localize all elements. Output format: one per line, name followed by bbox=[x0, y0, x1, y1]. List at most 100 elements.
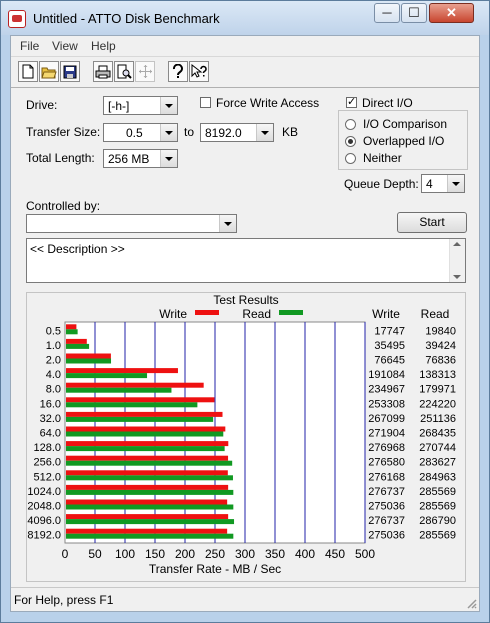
app-window: Untitled - ATTO Disk Benchmark ─ ☐ ✕ Fil… bbox=[0, 0, 490, 623]
write-value: 276737 bbox=[368, 515, 405, 527]
write-value: 76645 bbox=[374, 355, 405, 367]
io-mode-group: I/O Comparison Overlapped I/O Neither bbox=[338, 110, 468, 170]
transfer-size-from-select[interactable]: 0.5 bbox=[103, 123, 178, 142]
menu-view[interactable]: View bbox=[52, 39, 78, 53]
y-tick-label: 64.0 bbox=[40, 428, 61, 440]
read-value: 284963 bbox=[419, 471, 456, 483]
write-bar bbox=[66, 514, 229, 520]
write-bar bbox=[66, 368, 178, 374]
print-preview-button[interactable] bbox=[114, 61, 134, 82]
status-bar: For Help, press F1 bbox=[11, 587, 479, 611]
minimize-button[interactable]: ─ bbox=[374, 3, 400, 23]
help-icon bbox=[173, 64, 183, 78]
title-bar[interactable]: Untitled - ATTO Disk Benchmark ─ ☐ ✕ bbox=[1, 1, 489, 35]
total-length-label: Total Length: bbox=[26, 151, 95, 165]
legend-write-label: Write bbox=[159, 307, 187, 321]
write-bar bbox=[66, 499, 228, 505]
y-tick-label: 1.0 bbox=[46, 340, 61, 352]
queue-depth-select[interactable]: 4 bbox=[421, 174, 465, 193]
read-bar bbox=[66, 460, 233, 466]
x-tick-label: 200 bbox=[175, 547, 195, 561]
direct-io-checkbox[interactable] bbox=[346, 95, 357, 108]
write-value: 253308 bbox=[368, 398, 405, 410]
y-tick-label: 1024.0 bbox=[27, 486, 61, 498]
help-button[interactable] bbox=[168, 61, 188, 82]
test-results-panel: Test Results Write Read 0 50 100 150 200 250 300 3… bbox=[26, 292, 466, 582]
description-scrollbar[interactable] bbox=[449, 239, 465, 282]
write-value: 35495 bbox=[374, 340, 405, 352]
close-icon: ✕ bbox=[446, 5, 457, 20]
chart-title: Test Results bbox=[213, 293, 278, 307]
y-tick-label: 2.0 bbox=[46, 355, 61, 367]
chevron-down-icon bbox=[256, 124, 273, 141]
controlled-by-select[interactable] bbox=[26, 214, 237, 233]
write-bar bbox=[66, 441, 229, 447]
read-bar bbox=[66, 519, 235, 525]
maximize-icon: ☐ bbox=[408, 5, 420, 20]
chevron-down-icon bbox=[160, 124, 177, 141]
read-value: 285569 bbox=[419, 530, 456, 542]
force-write-access-label: Force Write Access bbox=[216, 96, 320, 110]
read-bar bbox=[66, 431, 224, 437]
description-box[interactable]: << Description >> bbox=[26, 238, 466, 283]
y-tick-label: 4096.0 bbox=[27, 515, 61, 527]
io-comparison-radio[interactable] bbox=[345, 119, 356, 130]
write-bar bbox=[66, 324, 77, 330]
read-bar bbox=[66, 387, 172, 393]
move-button[interactable] bbox=[135, 61, 155, 82]
read-bar bbox=[66, 533, 234, 539]
resize-grip-icon[interactable] bbox=[465, 597, 477, 609]
x-tick-label: 100 bbox=[115, 547, 135, 561]
menu-help[interactable]: Help bbox=[91, 39, 116, 53]
test-results-chart: Test Results Write Read 0 50 100 150 200 250 300 3… bbox=[27, 293, 456, 576]
window-title: Untitled - ATTO Disk Benchmark bbox=[33, 11, 220, 26]
x-tick-label: 400 bbox=[295, 547, 315, 561]
read-value: 270744 bbox=[419, 442, 456, 454]
write-bar bbox=[66, 455, 229, 461]
write-value: 234967 bbox=[368, 384, 405, 396]
save-button[interactable] bbox=[60, 61, 80, 82]
new-icon bbox=[22, 64, 34, 79]
x-tick-label: 150 bbox=[145, 547, 165, 561]
write-bar bbox=[66, 411, 223, 417]
write-bar bbox=[66, 338, 87, 344]
y-tick-label: 32.0 bbox=[40, 413, 61, 425]
write-value: 276968 bbox=[368, 442, 405, 454]
force-write-access-checkbox[interactable] bbox=[200, 97, 211, 108]
overlapped-io-radio[interactable] bbox=[345, 136, 356, 147]
read-bar bbox=[66, 475, 233, 481]
write-value: 191084 bbox=[368, 369, 405, 381]
drive-select[interactable]: [-h-] bbox=[103, 96, 178, 115]
new-button[interactable] bbox=[18, 61, 38, 82]
queue-depth-value: 4 bbox=[426, 177, 433, 191]
transfer-size-to-value: 8192.0 bbox=[205, 126, 242, 140]
menu-file[interactable]: File bbox=[20, 39, 39, 53]
print-icon bbox=[95, 65, 111, 78]
read-value: 285569 bbox=[419, 486, 456, 498]
maximize-button[interactable]: ☐ bbox=[401, 3, 427, 23]
open-button[interactable] bbox=[39, 61, 59, 82]
read-value: 251136 bbox=[420, 413, 456, 425]
write-bar bbox=[66, 382, 204, 388]
write-bar bbox=[66, 426, 226, 432]
print-button[interactable] bbox=[93, 61, 113, 82]
read-column-header: Read bbox=[421, 307, 450, 321]
neither-radio[interactable] bbox=[345, 153, 356, 164]
write-value: 267099 bbox=[368, 413, 405, 425]
start-button[interactable]: Start bbox=[397, 212, 467, 233]
total-length-select[interactable]: 256 MB bbox=[103, 149, 178, 168]
drive-label: Drive: bbox=[26, 98, 58, 112]
context-help-button[interactable] bbox=[189, 61, 209, 82]
close-button[interactable]: ✕ bbox=[429, 3, 474, 23]
write-column-header: Write bbox=[372, 307, 400, 321]
transfer-size-from-value: 0.5 bbox=[126, 126, 143, 140]
write-bar bbox=[66, 470, 228, 476]
neither-label: Neither bbox=[363, 151, 402, 165]
y-tick-label: 4.0 bbox=[46, 369, 61, 381]
direct-io-label: Direct I/O bbox=[362, 96, 413, 110]
overlapped-io-label: Overlapped I/O bbox=[363, 134, 445, 148]
transfer-size-to-select[interactable]: 8192.0 bbox=[200, 123, 274, 142]
read-value: 138313 bbox=[419, 369, 456, 381]
read-bar bbox=[66, 416, 214, 422]
save-icon bbox=[63, 65, 77, 78]
